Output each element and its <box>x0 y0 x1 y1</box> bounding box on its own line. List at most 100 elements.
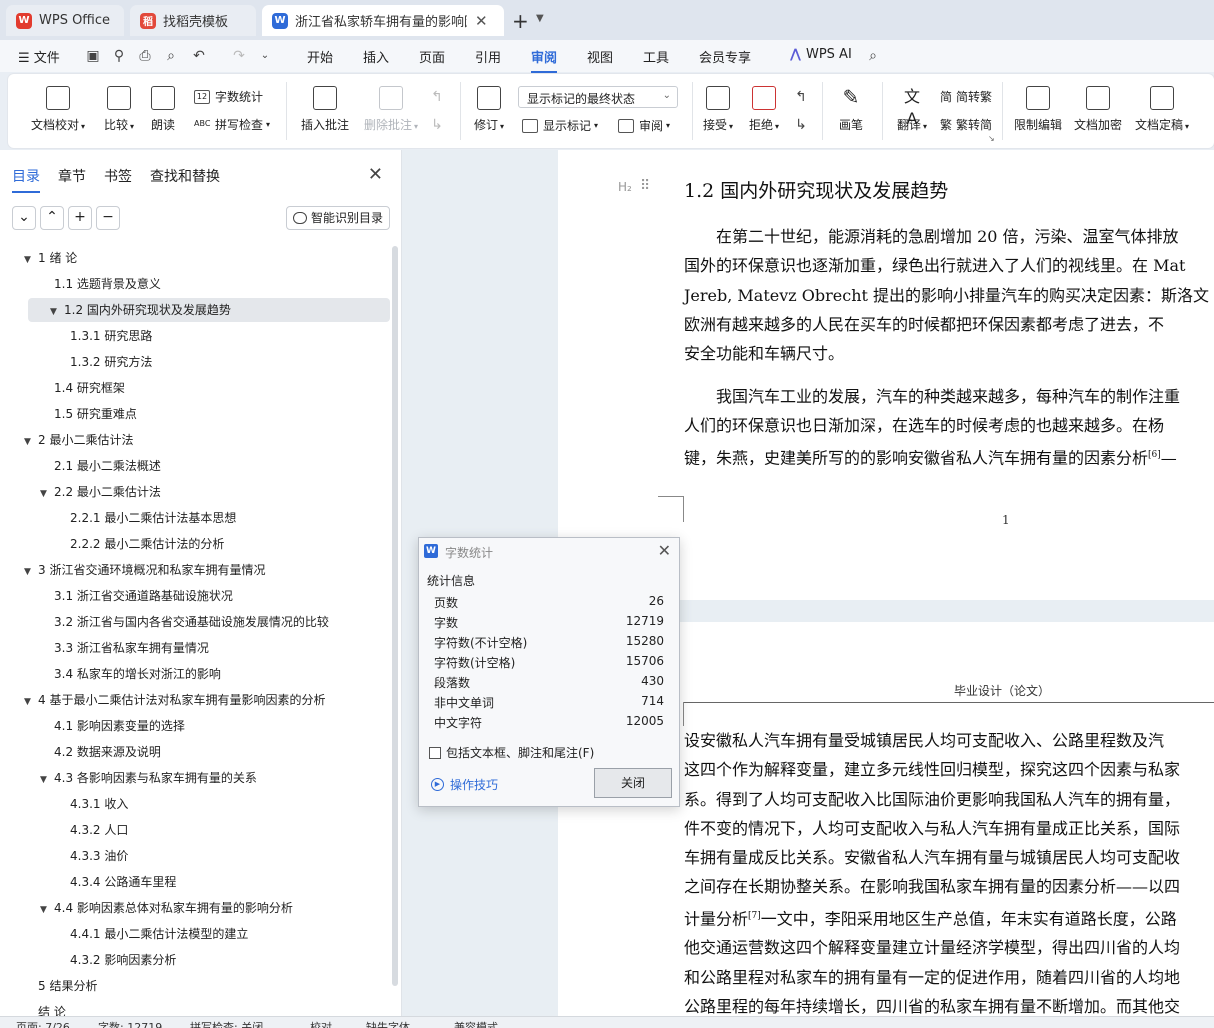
translate-button[interactable]: 文A 翻译 ▾ <box>890 86 934 133</box>
expand-triangle-icon[interactable]: ▼ <box>40 898 54 922</box>
toc-item[interactable]: 3.3 浙江省私家车拥有量情况 <box>40 636 209 660</box>
expand-triangle-icon[interactable]: ▼ <box>24 430 38 454</box>
include-textbox-checkbox[interactable]: 包括文本框、脚注和尾注(F) <box>429 744 594 761</box>
share-icon[interactable]: ⚲ <box>110 47 128 65</box>
word-count-button[interactable]: 12 字数统计 <box>194 88 263 105</box>
menu-view[interactable]: 视图 <box>587 47 613 66</box>
reject-button[interactable]: 拒绝 ▾ <box>744 86 784 133</box>
nav-close-icon[interactable]: ✕ <box>368 164 383 185</box>
print-preview-icon[interactable]: ⌕ <box>162 47 180 65</box>
encrypt-button[interactable]: 文档加密 <box>1070 86 1126 133</box>
nav-tab-bookmarks[interactable]: 书签 <box>104 166 132 186</box>
next-comment-icon[interactable]: ↳ <box>428 116 446 134</box>
toc-item[interactable]: 4.3.3 油价 <box>56 844 128 868</box>
toc-item[interactable]: 3.1 浙江省交通道路基础设施状况 <box>40 584 233 608</box>
nav-tab-toc[interactable]: 目录 <box>12 166 40 193</box>
previous-comment-icon[interactable]: ↰ <box>428 88 446 106</box>
remove-heading-icon[interactable]: − <box>96 206 120 230</box>
dialog-launcher-icon[interactable]: ↘ <box>988 134 995 143</box>
menu-review[interactable]: 审阅 <box>531 47 558 73</box>
toc-item[interactable]: 3.2 浙江省与国内各省交通基础设施发展情况的比较 <box>40 610 329 634</box>
nav-tab-sections[interactable]: 章节 <box>58 166 86 186</box>
spell-check-button[interactable]: ABC 拼写检查 ▾ <box>194 116 270 133</box>
toc-item[interactable]: 5 结果分析 <box>24 974 97 998</box>
toc-item[interactable]: 1.1 选题背景及意义 <box>40 272 161 296</box>
toc-item[interactable]: ▼ 4 基于最小二乘估计法对私家车拥有量影响因素的分析 <box>24 688 325 712</box>
dialog-close-icon[interactable]: ✕ <box>658 541 671 560</box>
menu-tools[interactable]: 工具 <box>643 47 669 66</box>
toc-item[interactable]: 2.2.2 最小二乘估计法的分析 <box>56 532 224 556</box>
expand-level-icon[interactable]: ⌃ <box>40 206 64 230</box>
insert-comment-button[interactable]: 插入批注 <box>298 86 352 133</box>
new-tab-chevron-down-icon[interactable]: ▼ <box>536 13 544 24</box>
toc-item[interactable]: ▼ 4.3 各影响因素与私家车拥有量的关系 <box>40 766 257 790</box>
expand-triangle-icon[interactable]: ▼ <box>24 248 38 272</box>
tab-daoke-templates[interactable]: 稻 找稻壳模板 <box>130 5 256 36</box>
toc-item[interactable]: ▼ 1.2 国内外研究现状及发展趋势 <box>28 298 390 322</box>
expand-triangle-icon[interactable]: ▼ <box>24 690 38 714</box>
accept-button[interactable]: 接受 ▾ <box>698 86 738 133</box>
compare-button[interactable]: 比较 ▾ <box>96 86 142 133</box>
nav-scrollbar[interactable] <box>392 246 398 986</box>
tips-link[interactable]: ▶ 操作技巧 <box>431 776 498 793</box>
toc-item[interactable]: 4.4.1 最小二乘估计法模型的建立 <box>56 922 248 946</box>
smart-toc-button[interactable]: 智能识别目录 <box>286 206 390 230</box>
toc-item[interactable]: 3.4 私家车的增长对浙江的影响 <box>40 662 221 686</box>
toc-item[interactable]: 1.3.1 研究思路 <box>56 324 152 348</box>
status-missing-font[interactable]: 缺失字体 <box>366 1019 410 1028</box>
toc-item[interactable]: 1.5 研究重难点 <box>40 402 137 426</box>
toc-item[interactable]: 4.3.2 影响因素分析 <box>56 948 176 972</box>
tab-document[interactable]: W 浙江省私家轿车拥有量的影响因素 ✕ <box>262 5 504 36</box>
trad-to-simp-button[interactable]: 繁 繁转简 <box>940 116 992 133</box>
expand-triangle-icon[interactable]: ▼ <box>24 560 38 584</box>
toc-item[interactable]: ▼ 2 最小二乘估计法 <box>24 428 133 452</box>
status-spell-check[interactable]: 拼写检查: 关闭 <box>190 1019 263 1028</box>
menu-member[interactable]: 会员专享 <box>699 47 751 66</box>
add-heading-icon[interactable]: + <box>68 206 92 230</box>
toc-item[interactable]: 2.1 最小二乘法概述 <box>40 454 161 478</box>
menu-insert[interactable]: 插入 <box>363 47 389 66</box>
toc-item[interactable]: ▼ 3 浙江省交通环境概况和私家车拥有量情况 <box>24 558 265 582</box>
document-page[interactable]: H₂ ⠿ 1.2 国内外研究现状及发展趋势 在第二十世纪，能源消耗的急剧增加 2… <box>558 150 1214 600</box>
track-changes-button[interactable]: 修订 ▾ <box>468 86 510 133</box>
show-markup-button[interactable]: 显示标记 ▾ <box>522 117 598 134</box>
menu-layout[interactable]: 页面 <box>419 47 445 66</box>
toc-item[interactable]: 4.3.4 公路通车里程 <box>56 870 176 894</box>
collapse-all-icon[interactable]: ⌄ <box>12 206 36 230</box>
toc-item[interactable]: 2.2.1 最小二乘估计法基本思想 <box>56 506 236 530</box>
drag-handle-icon[interactable]: ⠿ <box>640 178 650 194</box>
expand-triangle-icon[interactable]: ▼ <box>50 300 64 324</box>
restrict-edit-button[interactable]: 限制编辑 <box>1010 86 1066 133</box>
toc-item[interactable]: 4.3.1 收入 <box>56 792 128 816</box>
markup-state-select[interactable]: 显示标记的最终状态 ⌄ <box>518 86 678 108</box>
print-icon[interactable]: ⎙ <box>136 47 154 65</box>
tab-close-icon[interactable]: ✕ <box>475 12 488 30</box>
save-icon[interactable]: ▣ <box>84 47 102 65</box>
close-button[interactable]: 关闭 <box>594 768 672 798</box>
redo-icon[interactable]: ↷ <box>230 47 248 65</box>
review-pane-button[interactable]: 审阅 ▾ <box>618 117 670 134</box>
next-change-icon[interactable]: ↳ <box>792 116 810 134</box>
toc-item[interactable]: ▼ 4.4 影响因素总体对私家车拥有量的影响分析 <box>40 896 293 920</box>
expand-triangle-icon[interactable]: ▼ <box>40 768 54 792</box>
doc-check-button[interactable]: 文档校对 ▾ <box>28 86 88 133</box>
toc-item[interactable]: 1.3.2 研究方法 <box>56 350 152 374</box>
quick-access-more-icon[interactable]: ⌄ <box>256 47 274 65</box>
toc-item[interactable]: 4.2 数据来源及说明 <box>40 740 161 764</box>
wps-ai-button[interactable]: ⋀ WPS AI <box>790 47 852 62</box>
simp-to-trad-button[interactable]: 简 简转繁 <box>940 88 992 105</box>
nav-tab-find-replace[interactable]: 查找和替换 <box>150 166 220 186</box>
status-proofread[interactable]: 校对 <box>310 1019 332 1028</box>
status-page[interactable]: 页面: 7/26 <box>16 1019 70 1028</box>
previous-change-icon[interactable]: ↰ <box>792 88 810 106</box>
toc-item[interactable]: 1.4 研究框架 <box>40 376 125 400</box>
new-tab-plus-icon[interactable]: + <box>512 9 529 33</box>
toc-item[interactable]: ▼ 2.2 最小二乘估计法 <box>40 480 161 504</box>
toc-item[interactable]: 4.3.2 人口 <box>56 818 128 842</box>
file-menu[interactable]: ☰ 文件 <box>18 47 60 66</box>
menu-references[interactable]: 引用 <box>475 47 501 66</box>
tab-wps-office[interactable]: W WPS Office <box>6 5 124 36</box>
menu-home[interactable]: 开始 <box>307 47 333 66</box>
expand-triangle-icon[interactable]: ▼ <box>40 482 54 506</box>
toc-item[interactable]: 4.1 影响因素变量的选择 <box>40 714 185 738</box>
